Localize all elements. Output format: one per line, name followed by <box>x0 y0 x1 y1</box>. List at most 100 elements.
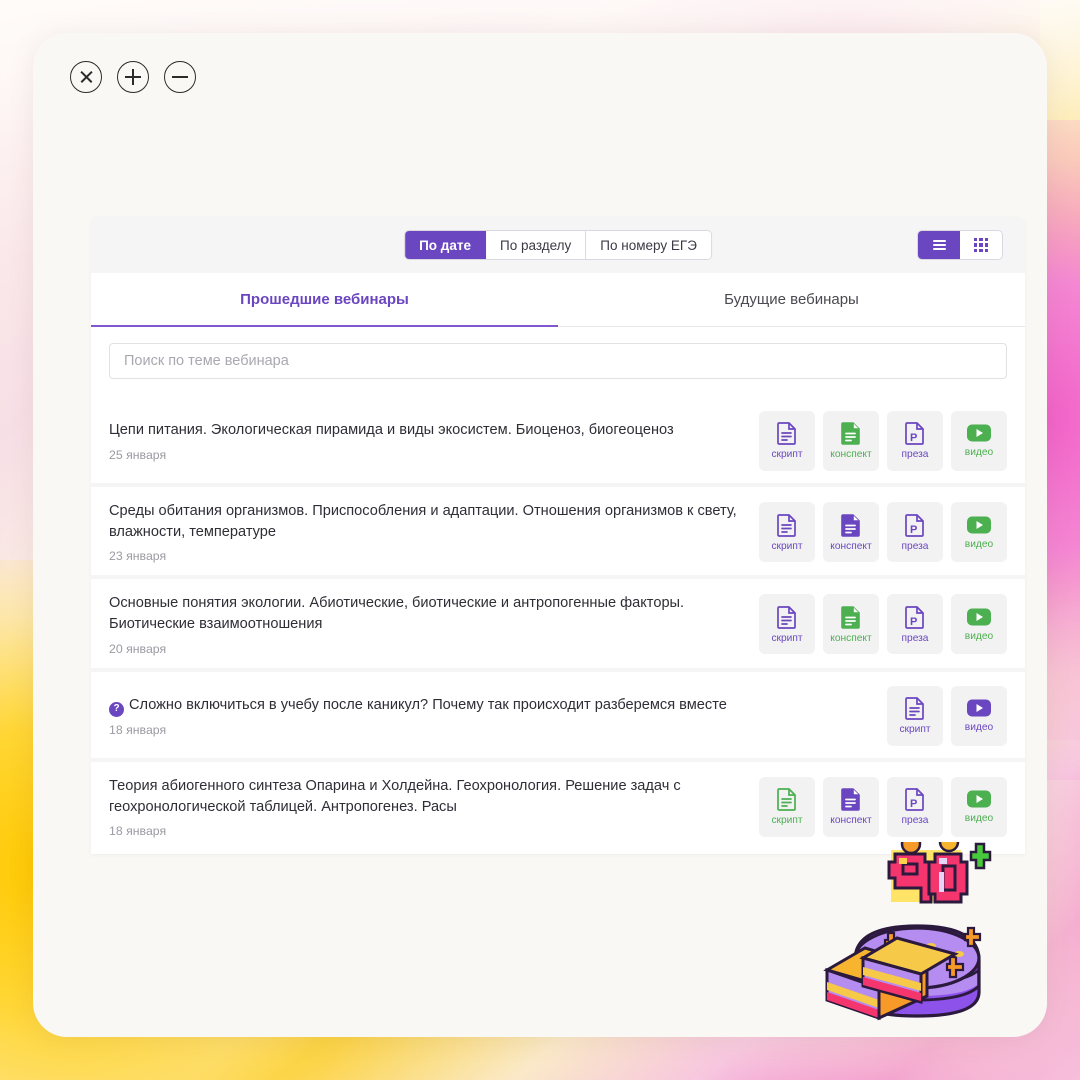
webinar-date: 23 января <box>109 549 167 564</box>
material-button-document-filled[interactable]: конспект <box>823 411 879 471</box>
material-button-presentation[interactable]: Pпреза <box>887 594 943 655</box>
material-label: преза <box>901 632 929 644</box>
svg-text:P: P <box>910 616 917 628</box>
list-icon <box>932 238 946 251</box>
sort-option-by-ege-number[interactable]: По номеру ЕГЭ <box>586 231 711 259</box>
sort-segmented-control: По дате По разделу По номеру ЕГЭ <box>404 230 712 260</box>
material-label: скрипт <box>899 724 931 736</box>
document-filled-icon <box>840 421 862 446</box>
material-button-document[interactable]: скрипт <box>759 776 815 837</box>
toolbar: По дате По разделу По номеру ЕГЭ <box>91 217 1025 273</box>
tab-future-webinars[interactable]: Будущие вебинары <box>558 273 1025 326</box>
webinar-title: ? Сложно включиться в учебу после каникул… <box>109 695 871 717</box>
webinar-info: Теория абиогенного синтеза Опарина и Хол… <box>109 776 743 838</box>
app-panel: По дате По разделу По номеру ЕГЭ Прошедш <box>33 33 1047 1037</box>
video-play-icon <box>966 423 992 443</box>
webinar-list: Цепи питания. Экологическая пирамида и в… <box>91 397 1025 850</box>
material-button-document-filled[interactable]: конспект <box>823 594 879 655</box>
material-button-presentation[interactable]: Pпреза <box>887 502 943 563</box>
material-buttons: скрипт конспект Pпреза видео <box>759 594 1007 655</box>
document-icon <box>776 513 798 537</box>
webinar-title: Основные понятия экологии. Абиотические,… <box>109 593 743 635</box>
grid-icon <box>973 237 989 253</box>
material-buttons: скрипт конспект Pпреза видео <box>759 502 1007 563</box>
webinar-info: ? Сложно включиться в учебу после каникул… <box>109 695 871 737</box>
document-icon <box>776 421 798 446</box>
close-circle-icon[interactable] <box>70 61 102 93</box>
material-button-video-play[interactable]: видео <box>951 411 1007 471</box>
table-row[interactable]: Среды обитания организмов. Приспособлени… <box>91 487 1025 576</box>
webinar-date: 20 января <box>109 641 167 656</box>
webinar-title: Теория абиогенного синтеза Опарина и Хол… <box>109 776 743 818</box>
document-icon <box>904 696 926 720</box>
material-label: преза <box>901 815 929 827</box>
webinar-date: 18 января <box>109 823 167 838</box>
material-button-document[interactable]: скрипт <box>759 502 815 563</box>
presentation-icon: P <box>904 787 926 812</box>
document-icon <box>776 787 798 812</box>
table-row[interactable]: Цепи питания. Экологическая пирамида и в… <box>91 397 1025 483</box>
document-filled-icon <box>840 513 862 537</box>
material-button-document[interactable]: скрипт <box>759 411 815 471</box>
material-button-video-play[interactable]: видео <box>951 502 1007 563</box>
plus-circle-icon[interactable] <box>117 61 149 93</box>
video-play-icon <box>966 698 992 718</box>
material-button-document-filled[interactable]: конспект <box>823 776 879 837</box>
material-label: видео <box>964 538 994 550</box>
table-row[interactable]: Теория абиогенного синтеза Опарина и Хол… <box>91 761 1025 850</box>
material-button-presentation[interactable]: Pпреза <box>887 411 943 471</box>
video-play-icon <box>966 607 992 627</box>
table-row[interactable]: ? Сложно включиться в учебу после каникул… <box>91 671 1025 758</box>
view-toggle <box>917 230 1003 260</box>
material-label: преза <box>901 449 929 461</box>
webinar-info: Среды обитания организмов. Приспособлени… <box>109 501 743 563</box>
material-label: скрипт <box>771 815 803 827</box>
webinar-title-text: Теория абиогенного синтеза Опарина и Хол… <box>109 777 681 815</box>
document-icon <box>776 605 798 629</box>
document-filled-icon <box>840 605 862 629</box>
sort-option-by-date[interactable]: По дате <box>405 231 487 259</box>
material-buttons: скрипт конспект Pпреза видео <box>759 411 1007 471</box>
webinar-date: 25 января <box>109 447 167 462</box>
webinar-info: Основные понятия экологии. Абиотические,… <box>109 593 743 655</box>
sort-option-by-section[interactable]: По разделу <box>486 231 587 259</box>
tabs: Прошедшие вебинары Будущие вебинары <box>91 273 1025 327</box>
material-label: скрипт <box>771 540 803 552</box>
material-button-document-filled[interactable]: конспект <box>823 502 879 563</box>
table-row[interactable]: Основные понятия экологии. Абиотические,… <box>91 579 1025 668</box>
material-button-video-play[interactable]: видео <box>951 685 1007 746</box>
webinar-title: Среды обитания организмов. Приспособлени… <box>109 501 743 543</box>
search-section <box>91 327 1025 397</box>
webinar-title: Цепи питания. Экологическая пирамида и в… <box>109 420 743 441</box>
webinar-title-text: Сложно включиться в учебу после каникул?… <box>129 696 727 713</box>
material-button-video-play[interactable]: видео <box>951 594 1007 655</box>
webinars-card: По дате По разделу По номеру ЕГЭ Прошедш <box>91 217 1025 854</box>
material-button-presentation[interactable]: Pпреза <box>887 776 943 837</box>
material-label: видео <box>964 630 994 642</box>
window-controls <box>70 61 196 93</box>
search-input[interactable] <box>109 343 1007 379</box>
minus-circle-icon[interactable] <box>164 61 196 93</box>
tab-past-webinars[interactable]: Прошедшие вебинары <box>91 273 558 327</box>
material-buttons: скрипт конспект Pпреза видео <box>759 776 1007 837</box>
material-label: конспект <box>830 632 872 644</box>
material-button-document[interactable]: скрипт <box>759 594 815 655</box>
video-play-icon <box>966 789 992 809</box>
material-button-document[interactable]: скрипт <box>887 685 943 746</box>
material-buttons: скрипт видео <box>887 685 1007 746</box>
list-view-button[interactable] <box>918 231 960 259</box>
webinar-date: 18 января <box>109 722 167 737</box>
question-badge-icon: ? <box>109 701 124 717</box>
webinar-title-text: Среды обитания организмов. Приспособлени… <box>109 503 737 541</box>
presentation-icon: P <box>904 513 926 537</box>
material-label: видео <box>964 447 994 459</box>
grid-view-button[interactable] <box>960 231 1002 259</box>
document-filled-icon <box>840 787 862 811</box>
material-label: конспект <box>830 815 872 827</box>
material-label: видео <box>964 813 994 825</box>
material-button-video-play[interactable]: видео <box>951 776 1007 837</box>
material-label: конспект <box>830 540 872 552</box>
video-play-icon <box>966 515 992 535</box>
presentation-icon: P <box>904 421 926 446</box>
svg-text:P: P <box>910 432 917 444</box>
